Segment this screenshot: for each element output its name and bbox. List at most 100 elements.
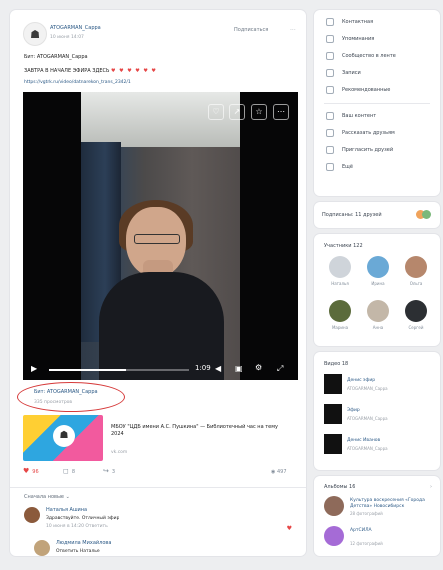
member-item[interactable]: Сергей (400, 300, 430, 340)
comment-meta[interactable]: 10 июня в 14:20 Ответить (46, 523, 108, 530)
comment-author[interactable]: Наталья Ашина (46, 507, 87, 514)
member-item[interactable]: Марина (324, 300, 354, 340)
like-button[interactable]: ♥ 96 (23, 467, 39, 475)
subscribe-button[interactable]: Подписаться (234, 27, 268, 34)
like-video-icon[interactable]: ♡ (208, 104, 224, 120)
volume-icon[interactable]: ◀ (215, 364, 221, 373)
link-thumbnail: ☗ (23, 415, 103, 461)
link-title[interactable]: МБОУ "ЦДБ имени А.С. Пушкина" — Библиоте… (111, 424, 291, 438)
play-icon[interactable]: ▶ (31, 364, 37, 373)
video-player[interactable]: ♡ ↗ ☆ ⋯ ▶ 1:09 ◀ ▣ ⚙ ⤢ (23, 92, 298, 380)
comments-sort[interactable]: Сначала новые ⌄ (24, 494, 70, 501)
community-avatar[interactable]: ☗ (23, 22, 47, 46)
comment-author[interactable]: Людмила Михайлова (56, 540, 111, 547)
member-item[interactable]: Наталья (324, 256, 354, 296)
menu-item[interactable]: Рекомендованные (314, 82, 440, 99)
link-domain: vk.com (111, 450, 128, 455)
menu-item-icon (326, 52, 334, 60)
more-options-icon[interactable]: ··· (290, 27, 296, 34)
album-item[interactable]: Культура воскресения «Города Детства» Но… (324, 496, 436, 522)
comment-button[interactable]: ◻ 8 (63, 467, 75, 475)
albums-header[interactable]: Альбомы 16 (324, 484, 355, 491)
fullscreen-icon[interactable]: ⤢ (277, 364, 283, 374)
pip-icon[interactable]: ▣ (235, 364, 243, 373)
share-video-icon[interactable]: ↗ (229, 104, 245, 120)
person-glasses (134, 234, 180, 244)
share-count: 3 (111, 469, 116, 475)
favorite-video-icon[interactable]: ☆ (251, 104, 267, 120)
comment-count: 8 (71, 469, 75, 475)
member-avatar (329, 256, 351, 278)
menu-item[interactable]: Пригласить друзей (314, 142, 440, 159)
menu-item-icon (326, 18, 334, 26)
link-preview[interactable]: ☗ МБОУ "ЦДБ имени А.С. Пушкина" — Библио… (23, 415, 298, 461)
albums-card: Альбомы 16 › Культура воскресения «Город… (314, 476, 440, 556)
link-logo-icon: ☗ (53, 425, 75, 447)
menu-item[interactable]: Ваш контент (314, 108, 440, 125)
friend-avatar (422, 210, 431, 219)
subscribed-friends-card[interactable]: Подписаны: 11 друзей (314, 202, 440, 228)
comment-like-icon[interactable]: ♥ (287, 525, 292, 532)
member-item[interactable]: Ирина (362, 256, 392, 296)
settings-icon[interactable]: ⚙ (255, 363, 262, 372)
member-avatar (329, 300, 351, 322)
member-item[interactable]: Ольга (400, 256, 430, 296)
video-item[interactable]: Денис эфир ATOGARMAN_Сарра (324, 374, 436, 396)
comment-avatar[interactable] (24, 507, 40, 523)
divider (10, 487, 306, 488)
album-meta: 12 фотографий (350, 541, 383, 546)
menu-item[interactable]: Записи (314, 65, 440, 82)
menu-item-icon (326, 35, 334, 43)
album-meta: 28 фотографий (350, 511, 383, 516)
menu-item-icon (326, 163, 334, 171)
video-progress-bar[interactable] (49, 369, 189, 371)
video-title: Денис Иванов (347, 438, 381, 443)
video-more-icon[interactable]: ⋯ (273, 104, 289, 120)
video-item[interactable]: Эфир ATOGARMAN_Сарра (324, 404, 436, 426)
post-author[interactable]: ATOGARMAN_Сарра (50, 25, 101, 32)
menu-item-label: Записи (342, 70, 361, 76)
menu-divider (324, 103, 430, 104)
video-time: 1:09 (195, 364, 211, 372)
comment-text: Здравствуйте. Отличный эфир (46, 516, 120, 521)
video-meta: ATOGARMAN_Сарра (347, 386, 388, 391)
member-name: Марина (331, 325, 349, 330)
member-name: Ирина (371, 281, 385, 286)
menu-item-icon (326, 86, 334, 94)
menu-item-icon (326, 129, 334, 137)
post-link[interactable]: https://vgtrk.ru/video/datnarekon_trans_… (24, 79, 131, 86)
video-letterbox-right (240, 92, 298, 380)
album-title: Культура воскресения «Города Детства» Но… (350, 498, 425, 509)
member-avatar (405, 300, 427, 322)
video-item[interactable]: Денис Иванов ATOGARMAN_Сарра (324, 434, 436, 456)
comment-icon: ◻ (63, 467, 69, 475)
post-actions: ♥ 96 ◻ 8 ↪ 3 ◉ 497 (23, 467, 298, 481)
videos-header[interactable]: Видео 18 (324, 361, 348, 368)
subscribed-friends-label: Подписаны: 11 друзей (322, 212, 382, 218)
album-item[interactable]: АртСИЛА 12 фотографий (324, 526, 436, 552)
video-controls: ▶ 1:09 ◀ ▣ ⚙ ⤢ (23, 358, 298, 380)
comment-item: Наталья Ашина Здравствуйте. Отличный эфи… (24, 507, 294, 537)
member-avatar (367, 300, 389, 322)
menu-item-label: Сообщество в ленте (342, 53, 396, 59)
menu-item-label: Рассказать друзьям (342, 130, 395, 136)
chevron-right-icon[interactable]: › (430, 484, 432, 490)
comment-text: Ответить Наталье (56, 549, 100, 554)
member-name: Сергей (408, 325, 424, 330)
menu-item[interactable]: Сообщество в ленте (314, 48, 440, 65)
menu-item[interactable]: Рассказать друзьям (314, 125, 440, 142)
post-text-line2-text: ЗАВТРА В НАЧАЛЕ ЭФИРА ЗДЕСЬ (24, 68, 110, 74)
member-name: Ольга (409, 281, 423, 286)
menu-item[interactable]: Контактная (314, 14, 440, 31)
menu-item-icon (326, 146, 334, 154)
post-time[interactable]: 10 июня 14:07 (50, 34, 84, 41)
menu-item[interactable]: Упоминания (314, 31, 440, 48)
menu-item[interactable]: Ещё (314, 159, 440, 176)
comment-avatar[interactable] (34, 540, 50, 556)
menu-item-label: Ваш контент (342, 113, 377, 119)
video-title: Эфир (347, 408, 360, 413)
menu-item-icon (326, 69, 334, 77)
members-header[interactable]: Участники 122 (324, 243, 363, 250)
member-item[interactable]: Анна (362, 300, 392, 340)
share-button[interactable]: ↪ 3 (103, 467, 115, 475)
